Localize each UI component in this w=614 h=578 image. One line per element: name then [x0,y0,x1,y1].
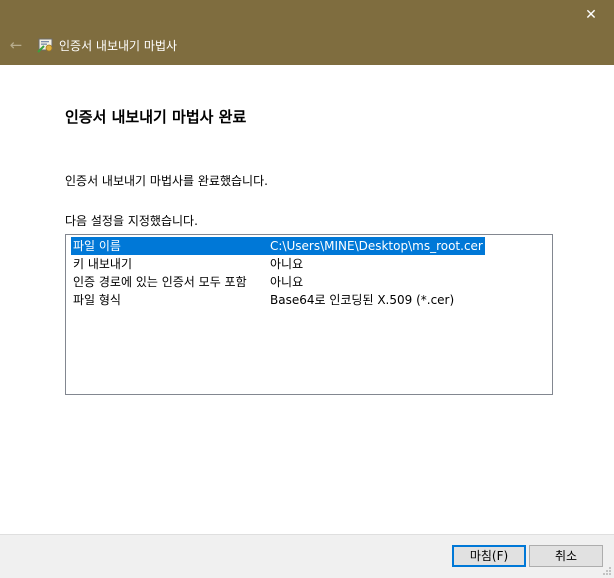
finish-button[interactable]: 마침(F) [452,545,526,567]
setting-value: 아니요 [270,275,304,289]
back-arrow-icon: ← [9,36,23,54]
setting-value: C:\Users\MINE\Desktop\ms_root.cer [270,239,483,253]
completed-message: 인증서 내보내기 마법사를 완료했습니다. [65,174,268,188]
page-heading: 인증서 내보내기 마법사 완료 [65,108,247,126]
settings-row-file-name[interactable]: 파일 이름 C:\Users\MINE\Desktop\ms_root.cer [71,237,485,255]
close-icon: ✕ [585,7,597,23]
setting-value: 아니요 [270,257,304,271]
setting-name: 파일 이름 [73,239,121,253]
setting-value: Base64로 인코딩된 X.509 (*.cer) [270,293,455,307]
settings-list[interactable]: 파일 이름 C:\Users\MINE\Desktop\ms_root.cer … [65,234,553,395]
settings-row-include-all-certs[interactable]: 인증 경로에 있는 인증서 모두 포함 아니요 [71,273,485,291]
resize-grip-icon[interactable] [602,566,612,576]
back-button[interactable]: ← [6,35,26,55]
certificate-icon [37,38,53,53]
setting-name: 키 내보내기 [73,257,133,271]
settings-row-file-format[interactable]: 파일 형식 Base64로 인코딩된 X.509 (*.cer) [71,291,485,309]
cancel-button[interactable]: 취소 [529,545,603,567]
window-title: 인증서 내보내기 마법사 [59,39,178,53]
close-button[interactable]: ✕ [568,0,614,30]
settings-row-export-key[interactable]: 키 내보내기 아니요 [71,255,485,273]
title-bar: ✕ ← 인증서 내보내기 마법사 [0,0,614,65]
setting-name: 인증 경로에 있는 인증서 모두 포함 [73,275,247,289]
setting-name: 파일 형식 [73,293,121,307]
settings-label: 다음 설정을 지정했습니다. [65,214,198,228]
